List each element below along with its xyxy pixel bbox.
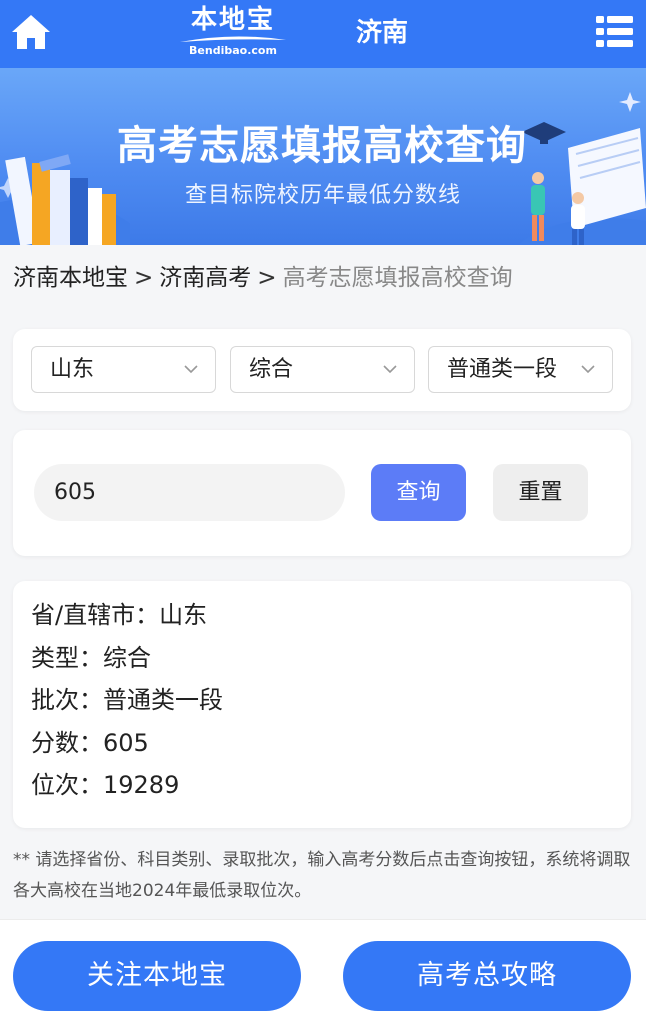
result-province: 省/直辖市：山东 [31, 601, 208, 629]
gaokao-guide-button[interactable]: 高考总攻略 [343, 941, 631, 1011]
search-card: 查询 重置 [13, 430, 631, 556]
result-batch: 批次：普通类一段 [31, 686, 223, 714]
top-header: 本地宝 Bendibao.com 济南 [0, 0, 646, 68]
logo-text: 本地宝 [190, 5, 275, 35]
breadcrumb-current: 高考志愿填报高校查询 [282, 265, 513, 291]
breadcrumb: 济南本地宝 > 济南高考 > 高考志愿填报高校查询 [13, 262, 513, 294]
score-input[interactable] [34, 464, 345, 521]
breadcrumb-separator: > [257, 265, 277, 291]
result-type: 类型：综合 [31, 644, 151, 672]
breadcrumb-link-gaokao[interactable]: 济南高考 [159, 265, 251, 291]
result-score: 分数：605 [31, 729, 149, 757]
follow-bendibao-button[interactable]: 关注本地宝 [13, 941, 301, 1011]
instruction-note: ** 请选择省份、科目类别、录取批次，输入高考分数后点击查询按钮，系统将调取各大… [13, 850, 631, 901]
banner-title: 高考志愿填报高校查询 [117, 123, 527, 169]
breadcrumb-separator: > [134, 265, 154, 291]
breadcrumb-link-home[interactable]: 济南本地宝 [13, 265, 128, 291]
type-select[interactable]: 综合 [230, 346, 415, 393]
banner-subtitle: 查目标院校历年最低分数线 [184, 183, 461, 208]
reset-button[interactable]: 重置 [493, 464, 588, 521]
type-select-value: 综合 [249, 357, 294, 382]
query-button[interactable]: 查询 [371, 464, 466, 521]
bendibao-logo[interactable]: 本地宝 Bendibao.com [172, 4, 294, 62]
batch-select[interactable]: 普通类一段 [428, 346, 613, 393]
filter-card: 山东 综合 普通类一段 [13, 329, 631, 411]
chevron-down-icon [383, 365, 397, 374]
menu-icon[interactable] [592, 14, 636, 50]
logo-subtext: Bendibao.com [189, 44, 277, 57]
province-select[interactable]: 山东 [31, 346, 216, 393]
batch-select-value: 普通类一段 [447, 357, 558, 382]
home-icon[interactable] [10, 12, 52, 52]
chevron-down-icon [581, 365, 595, 374]
banner: 高考志愿填报高校查询 查目标院校历年最低分数线 [0, 68, 646, 245]
chevron-down-icon [184, 365, 198, 374]
result-rank: 位次：19289 [31, 771, 180, 799]
result-card: 省/直辖市：山东 类型：综合 批次：普通类一段 分数：605 位次：19289 [13, 581, 631, 828]
province-select-value: 山东 [50, 357, 95, 382]
city-name[interactable]: 济南 [356, 15, 408, 51]
bottom-action-bar: 关注本地宝 高考总攻略 [0, 919, 646, 1035]
